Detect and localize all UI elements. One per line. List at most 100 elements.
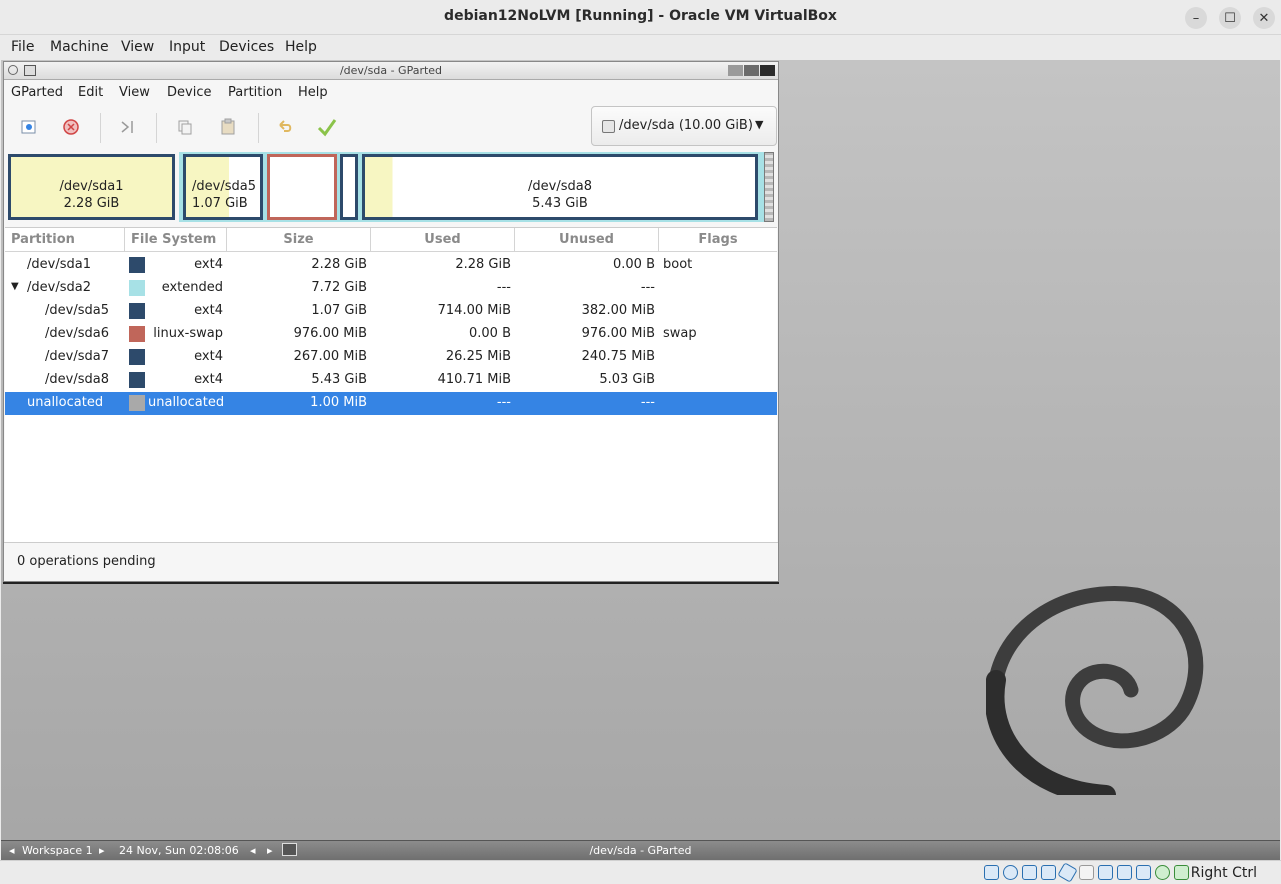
iconify-button[interactable] xyxy=(728,65,743,76)
vbox-menu-file[interactable]: File xyxy=(11,39,34,55)
debian-swirl-logo xyxy=(986,586,1204,795)
map-sda1-size: 2.28 GiB xyxy=(63,196,120,211)
partition-name: /dev/sda8 xyxy=(45,372,109,387)
new-partition-button[interactable] xyxy=(19,117,39,137)
filesystem: extended xyxy=(161,280,223,295)
optical-drive-icon[interactable] xyxy=(1003,865,1018,880)
table-row[interactable]: /dev/sda1 ext4 2.28 GiB 2.28 GiB 0.00 B boot xyxy=(5,254,777,277)
delete-partition-button[interactable] xyxy=(61,117,81,137)
minimize-button[interactable]: – xyxy=(1185,7,1207,29)
usb-icon[interactable] xyxy=(1057,862,1078,883)
size: 1.07 GiB xyxy=(311,303,367,318)
filesystem-color-swatch xyxy=(129,303,145,319)
hard-disk-icon[interactable] xyxy=(984,865,999,880)
vbox-menu-machine[interactable]: Machine xyxy=(50,39,109,55)
table-row[interactable]: /dev/sda8 ext4 5.43 GiB 410.71 MiB 5.03 GiB xyxy=(5,369,777,392)
cpu-icon[interactable] xyxy=(1136,865,1151,880)
disk-icon xyxy=(602,120,615,133)
map-partition-sda6[interactable] xyxy=(267,154,337,220)
map-sda8-size: 5.43 GiB xyxy=(532,196,588,211)
used: 410.71 MiB xyxy=(437,372,511,387)
col-unused[interactable]: Unused xyxy=(515,228,659,252)
map-partition-sda8[interactable]: /dev/sda8 5.43 GiB xyxy=(362,154,758,220)
resize-move-button[interactable] xyxy=(118,117,138,137)
unused: 976.00 MiB xyxy=(581,326,655,341)
vbox-window-title: debian12NoLVM [Running] - Oracle VM Virt… xyxy=(444,8,837,24)
unused: --- xyxy=(640,280,655,295)
col-file-system[interactable]: File System xyxy=(125,228,227,252)
operations-pending: 0 operations pending xyxy=(17,554,156,569)
keyboard-capture-icon[interactable] xyxy=(1174,865,1189,880)
vbox-menu-input[interactable]: Input xyxy=(169,39,205,55)
size: 267.00 MiB xyxy=(293,349,367,364)
vbox-statusbar: Right Ctrl xyxy=(0,860,1281,884)
menu-help[interactable]: Help xyxy=(298,85,328,100)
menu-partition[interactable]: Partition xyxy=(228,85,282,100)
resize-move-icon xyxy=(121,121,133,133)
gparted-toolbar: /dev/sda (10.00 GiB) ▼ xyxy=(4,105,778,151)
used: --- xyxy=(496,395,511,410)
close-button[interactable]: ✕ xyxy=(1253,7,1275,29)
map-partition-sda5[interactable]: /dev/sda5 1.07 GiB xyxy=(183,154,263,220)
network-icon[interactable] xyxy=(1041,865,1056,880)
taskbar-window-title[interactable]: /dev/sda - GParted xyxy=(1,844,1280,857)
size: 2.28 GiB xyxy=(311,257,367,272)
col-size[interactable]: Size xyxy=(227,228,371,252)
vbox-menu-view[interactable]: View xyxy=(121,39,154,55)
menu-device[interactable]: Device xyxy=(167,85,211,100)
map-unallocated[interactable] xyxy=(764,152,774,222)
device-selector[interactable]: /dev/sda (10.00 GiB) ▼ xyxy=(591,106,777,146)
maximize-gparted-button[interactable] xyxy=(744,65,759,76)
menu-view[interactable]: View xyxy=(119,85,150,100)
expander-icon[interactable]: ▼ xyxy=(11,281,19,292)
new-partition-icon xyxy=(21,120,36,134)
shared-folders-icon[interactable] xyxy=(1079,865,1094,880)
paste-icon xyxy=(221,118,235,135)
table-row[interactable]: ▼ /dev/sda2 extended 7.72 GiB --- --- xyxy=(5,277,777,300)
menu-gparted[interactable]: GParted xyxy=(11,85,63,100)
delete-icon xyxy=(63,119,79,135)
vbox-menu-devices[interactable]: Devices xyxy=(219,39,274,55)
col-used[interactable]: Used xyxy=(371,228,515,252)
map-sda5-size: 1.07 GiB xyxy=(192,196,248,211)
gparted-statusbar: 0 operations pending xyxy=(4,542,778,581)
display-icon[interactable] xyxy=(1098,865,1113,880)
filesystem: ext4 xyxy=(194,257,223,272)
vbox-menubar: File Machine View Input Devices Help xyxy=(0,35,1281,60)
paste-button[interactable] xyxy=(218,117,238,137)
unused: --- xyxy=(640,395,655,410)
minimize-icon: – xyxy=(1192,10,1200,26)
table-row[interactable]: /dev/sda6 linux-swap 976.00 MiB 0.00 B 976.0… xyxy=(5,323,777,346)
gparted-menubar: GParted Edit View Device Partition Help xyxy=(4,81,778,105)
table-row[interactable]: /dev/sda7 ext4 267.00 MiB 26.25 MiB 240.75 M… xyxy=(5,346,777,369)
map-sda5-name: /dev/sda5 xyxy=(192,179,256,194)
size: 1.00 MiB xyxy=(310,395,367,410)
recording-icon[interactable] xyxy=(1117,865,1132,880)
unused: 5.03 GiB xyxy=(599,372,655,387)
audio-icon[interactable] xyxy=(1022,865,1037,880)
guest-taskbar: ◂ Workspace 1 ▸ 24 Nov, Sun 02:08:06 ◂ ▸… xyxy=(1,840,1280,860)
map-partition-sda1[interactable]: /dev/sda1 2.28 GiB xyxy=(8,154,175,220)
close-gparted-button[interactable] xyxy=(760,65,775,76)
col-partition[interactable]: Partition xyxy=(5,228,125,252)
copy-button[interactable] xyxy=(175,117,195,137)
maximize-button[interactable]: ☐ xyxy=(1219,7,1241,29)
undo-icon xyxy=(279,120,292,132)
mouse-integration-icon[interactable] xyxy=(1155,865,1170,880)
table-row[interactable]: /dev/sda5 ext4 1.07 GiB 714.00 MiB 382.00 Mi… xyxy=(5,300,777,323)
filesystem-color-swatch xyxy=(129,349,145,365)
col-flags[interactable]: Flags xyxy=(659,228,777,252)
partition-name: /dev/sda6 xyxy=(45,326,109,341)
table-row[interactable]: unallocated unallocated 1.00 MiB --- --- xyxy=(5,392,777,415)
filesystem: ext4 xyxy=(194,349,223,364)
undo-button[interactable] xyxy=(275,117,295,137)
menu-edit[interactable]: Edit xyxy=(78,85,103,100)
filesystem: ext4 xyxy=(194,372,223,387)
gparted-window-title: /dev/sda - GParted xyxy=(339,64,443,77)
apply-button[interactable] xyxy=(317,117,337,137)
partition-name: unallocated xyxy=(27,395,104,410)
vbox-menu-help[interactable]: Help xyxy=(285,39,317,55)
filesystem: ext4 xyxy=(194,303,223,318)
checkmark-icon xyxy=(317,119,337,137)
map-partition-sda7[interactable] xyxy=(340,154,358,220)
